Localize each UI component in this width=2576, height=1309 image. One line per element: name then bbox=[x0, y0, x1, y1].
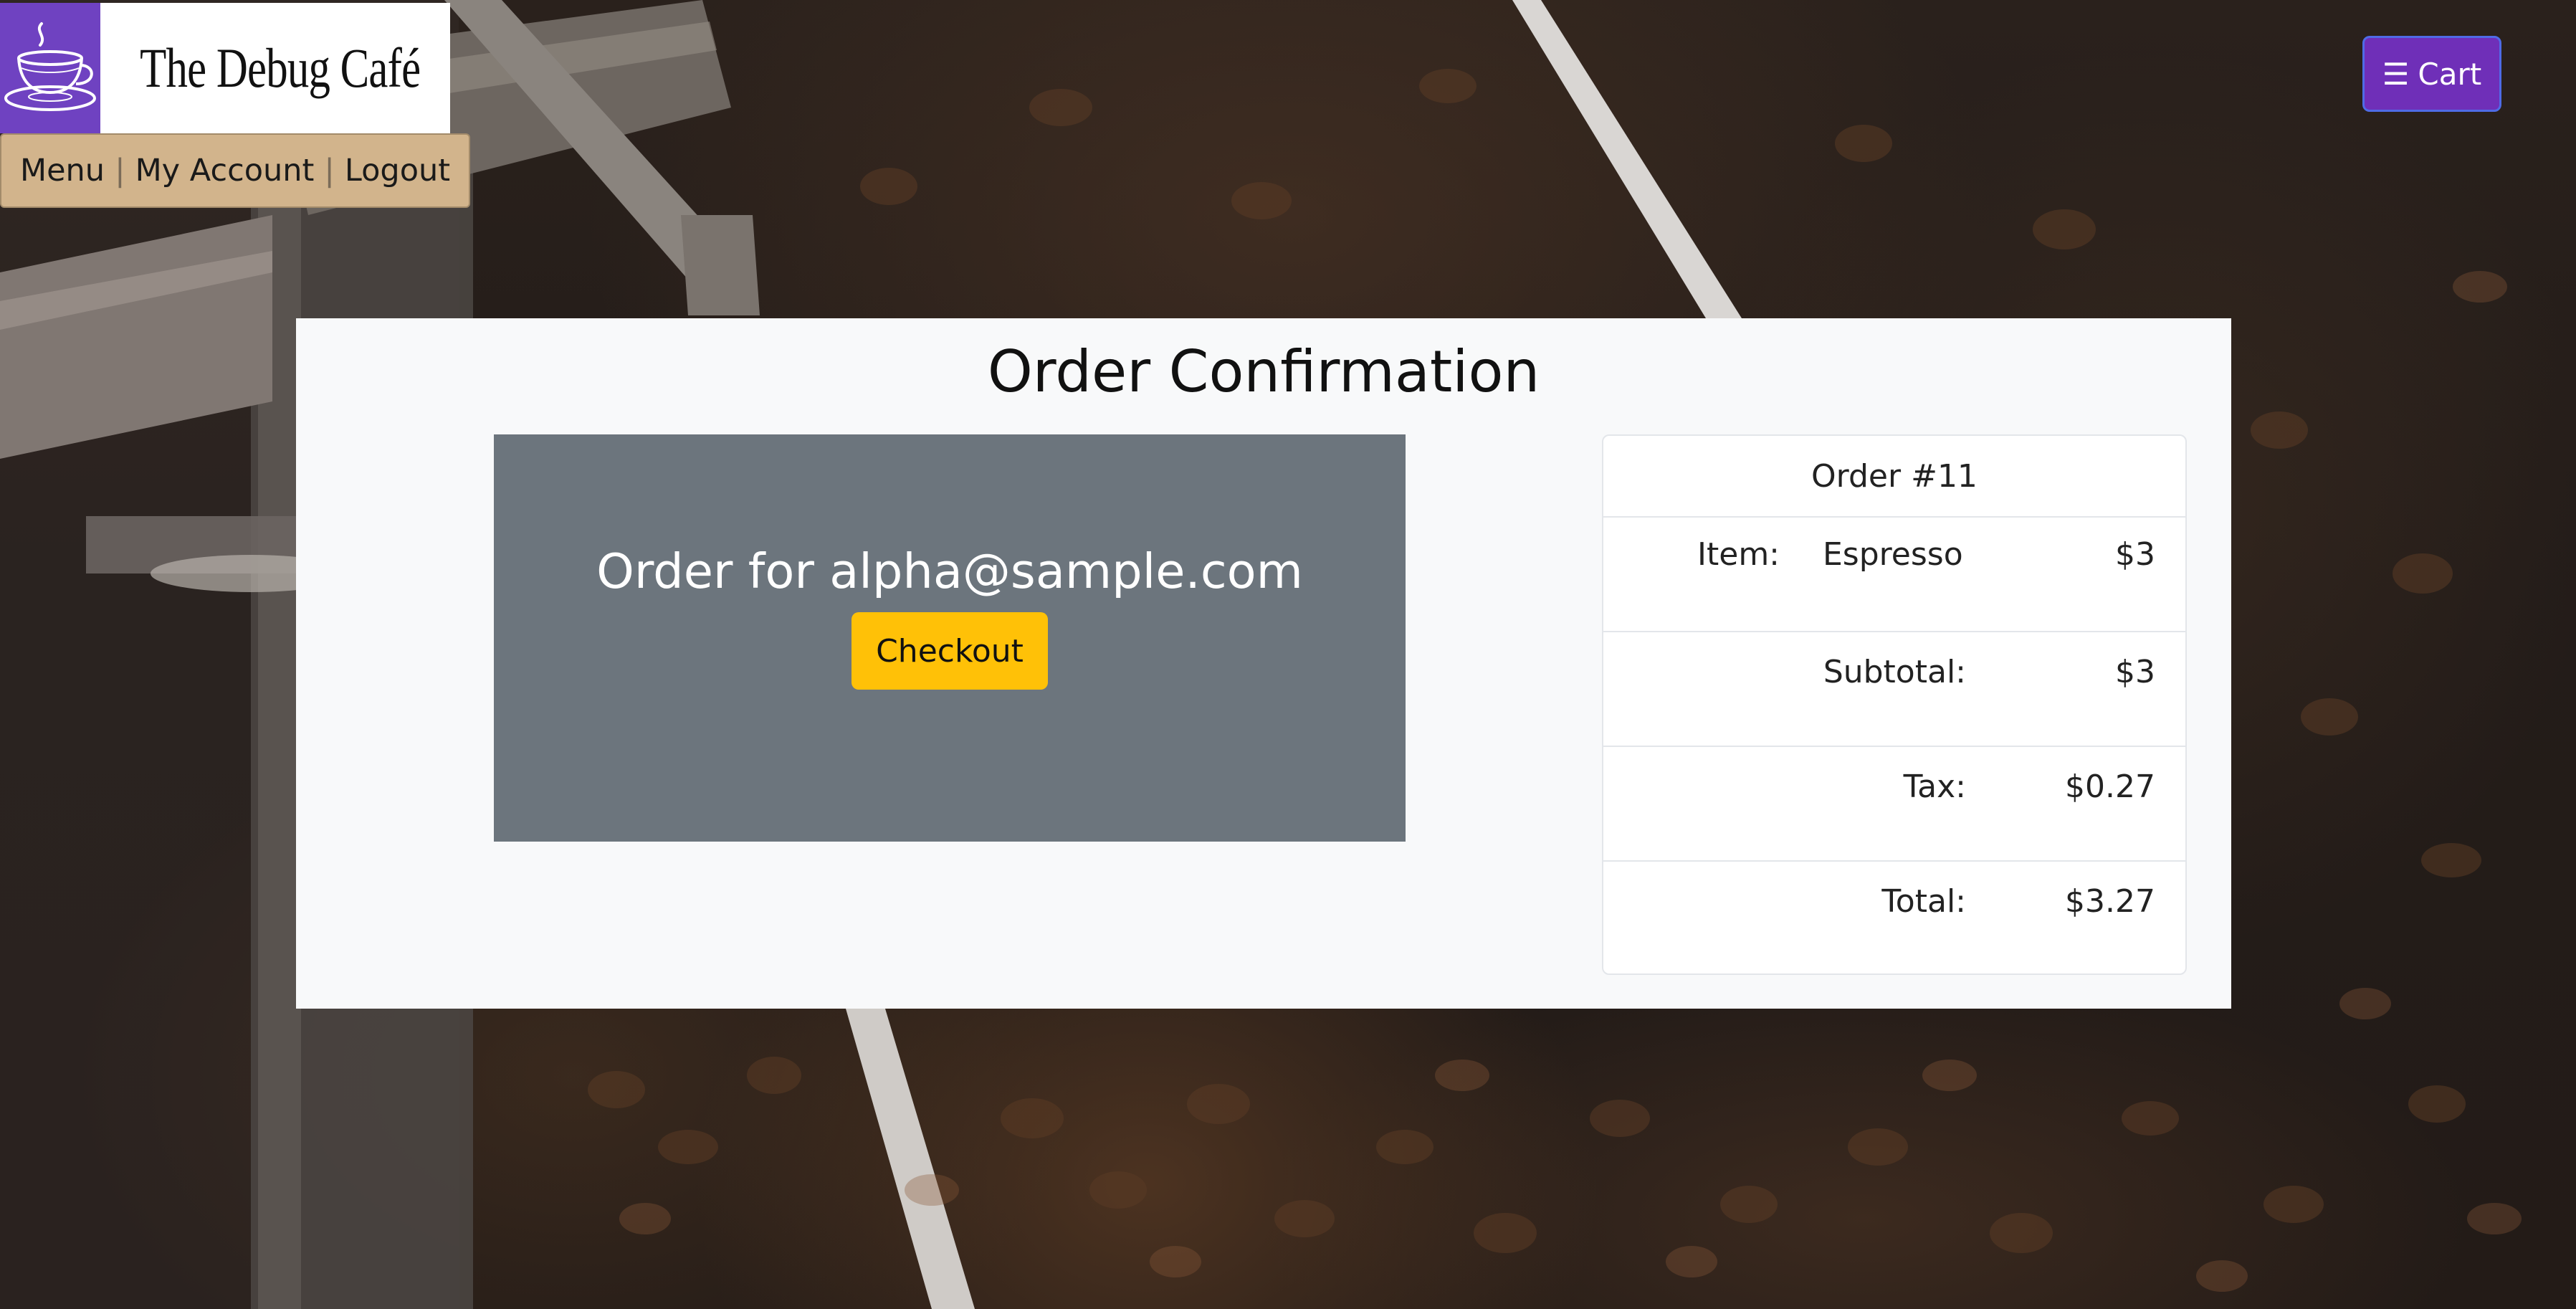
cart-button[interactable]: ☰ Cart bbox=[2362, 36, 2501, 112]
order-item-row: Item: Espresso $3 bbox=[1603, 518, 2185, 632]
order-for-text: Order for alpha@sample.com bbox=[596, 543, 1303, 599]
item-price: $3 bbox=[2115, 536, 2155, 573]
total-value: $3.27 bbox=[2065, 883, 2155, 920]
order-number-header: Order #11 bbox=[1603, 436, 2185, 518]
nav-separator: | bbox=[115, 153, 125, 189]
order-confirmation-panel: Order Confirmation Order for alpha@sampl… bbox=[296, 318, 2231, 1009]
top-nav: Menu | My Account | Logout bbox=[0, 133, 470, 208]
cart-label: Cart bbox=[2418, 56, 2482, 92]
tax-value: $0.27 bbox=[2065, 768, 2155, 805]
total-row: Total: $3.27 bbox=[1603, 862, 2185, 974]
nav-link-my-account[interactable]: My Account bbox=[135, 153, 315, 189]
nav-link-logout[interactable]: Logout bbox=[345, 153, 450, 189]
nav-link-menu[interactable]: Menu bbox=[20, 153, 105, 189]
item-name: Espresso bbox=[1823, 536, 1963, 573]
tax-row: Tax: $0.27 bbox=[1603, 747, 2185, 862]
total-label: Total: bbox=[1881, 883, 1966, 920]
subtotal-value: $3 bbox=[2115, 654, 2155, 690]
page-title: Order Confirmation bbox=[987, 338, 1540, 405]
subtotal-row: Subtotal: $3 bbox=[1603, 632, 2185, 747]
order-summary-card: Order #11 Item: Espresso $3 Subtotal: $3… bbox=[1602, 434, 2187, 975]
brand-name: The Debug Café bbox=[140, 37, 421, 99]
coffee-cup-icon bbox=[0, 3, 100, 133]
order-box: Order for alpha@sample.com Checkout bbox=[494, 434, 1406, 842]
tax-label: Tax: bbox=[1903, 768, 1966, 805]
subtotal-label: Subtotal: bbox=[1823, 654, 1966, 690]
brand-header[interactable]: The Debug Café bbox=[0, 3, 450, 133]
order-number: Order #11 bbox=[1811, 457, 1978, 495]
checkout-button[interactable]: Checkout bbox=[851, 612, 1048, 690]
nav-separator: | bbox=[324, 153, 335, 189]
item-label: Item: bbox=[1697, 536, 1780, 573]
hamburger-menu-icon: ☰ bbox=[2382, 56, 2410, 92]
